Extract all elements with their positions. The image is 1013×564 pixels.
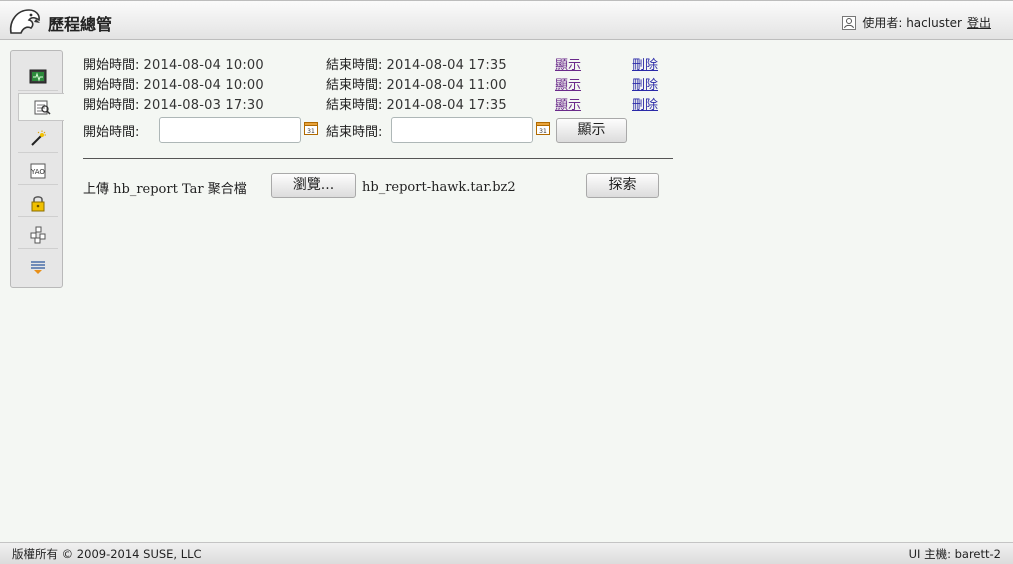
config-editor-icon: YAO [30, 163, 46, 178]
svg-text:YAO: YAO [30, 168, 45, 176]
delete-link[interactable]: 刪除 [632, 94, 658, 114]
ui-host-text: UI 主機: barett-2 [908, 547, 1001, 561]
user-label: 使用者: hacluster [862, 16, 962, 30]
copyright-text: 版權所有 © 2009-2014 SUSE, LLC [12, 547, 202, 561]
sidebar-item-history[interactable] [18, 93, 64, 121]
svg-text:31: 31 [539, 128, 547, 135]
end-time-value: 2014-08-04 17:35 [386, 58, 507, 73]
access-control-icon [31, 195, 45, 211]
dashboard-icon [31, 261, 45, 274]
sidebar-item-config[interactable]: YAO [18, 157, 58, 185]
show-link[interactable]: 顯示 [555, 74, 581, 94]
calendar-icon[interactable]: 31 [304, 121, 318, 135]
sidebar-item-access[interactable] [18, 189, 58, 217]
show-link[interactable]: 顯示 [555, 94, 581, 114]
delete-link[interactable]: 刪除 [632, 54, 658, 74]
divider [83, 158, 673, 159]
start-time-value: 2014-08-04 10:00 [143, 78, 264, 93]
start-time-input[interactable] [159, 117, 301, 143]
start-time-label: 開始時間: [83, 58, 140, 73]
start-time-label: 開始時間: [83, 98, 140, 113]
history-row: 開始時間: 2014-08-03 17:30 [83, 94, 264, 114]
end-time-label: 結束時間: [326, 125, 383, 140]
simulator-icon [30, 226, 46, 243]
page-title: 歷程總管 [48, 15, 113, 34]
selected-filename: hb_report-hawk.tar.bz2 [362, 180, 516, 195]
show-link[interactable]: 顯示 [555, 54, 581, 74]
history-row-end: 結束時間: 2014-08-04 11:00 [326, 74, 507, 94]
history-row: 開始時間: 2014-08-04 10:00 [83, 54, 264, 74]
end-time-input[interactable] [391, 117, 533, 143]
start-time-value: 2014-08-03 17:30 [143, 98, 264, 113]
history-explorer-icon [34, 100, 51, 115]
sidebar: YAO [10, 50, 64, 288]
logout-link[interactable]: 登出 [967, 14, 991, 31]
end-time-label: 結束時間: [326, 58, 383, 73]
sidebar-item-dashboard[interactable] [18, 253, 58, 281]
sidebar-item-simulator[interactable] [18, 221, 58, 249]
svg-text:31: 31 [307, 128, 315, 135]
end-time-label: 結束時間: [326, 98, 383, 113]
start-time-value: 2014-08-04 10:00 [143, 58, 264, 73]
start-time-label: 開始時間: [83, 78, 140, 93]
history-row: 開始時間: 2014-08-04 10:00 [83, 74, 264, 94]
end-time-value: 2014-08-04 11:00 [386, 78, 507, 93]
upload-label: 上傳 hb_report Tar 聚合檔 [83, 182, 247, 197]
footer: 版權所有 © 2009-2014 SUSE, LLC UI 主機: barett… [0, 542, 1013, 564]
sidebar-item-monitor[interactable] [18, 63, 58, 91]
user-icon [842, 15, 857, 30]
monitor-icon [29, 69, 47, 83]
sidebar-item-wizard[interactable] [18, 125, 58, 153]
explore-button[interactable]: 探索 [586, 173, 659, 198]
end-time-value: 2014-08-04 17:35 [386, 98, 507, 113]
wizard-icon [31, 130, 46, 146]
end-time-label: 結束時間: [326, 78, 383, 93]
show-range-button[interactable]: 顯示 [556, 118, 627, 143]
browse-button[interactable]: 瀏覽... [271, 173, 356, 198]
history-row-end: 結束時間: 2014-08-04 17:35 [326, 54, 507, 74]
header-bar: 歷程總管 使用者: hacluster 登出 [0, 0, 1013, 40]
start-time-label: 開始時間: [83, 125, 140, 140]
user-area: 使用者: hacluster 登出 [842, 14, 991, 31]
calendar-icon[interactable]: 31 [536, 121, 550, 135]
hawk-icon [9, 9, 40, 34]
history-row-end: 結束時間: 2014-08-04 17:35 [326, 94, 507, 114]
delete-link[interactable]: 刪除 [632, 74, 658, 94]
